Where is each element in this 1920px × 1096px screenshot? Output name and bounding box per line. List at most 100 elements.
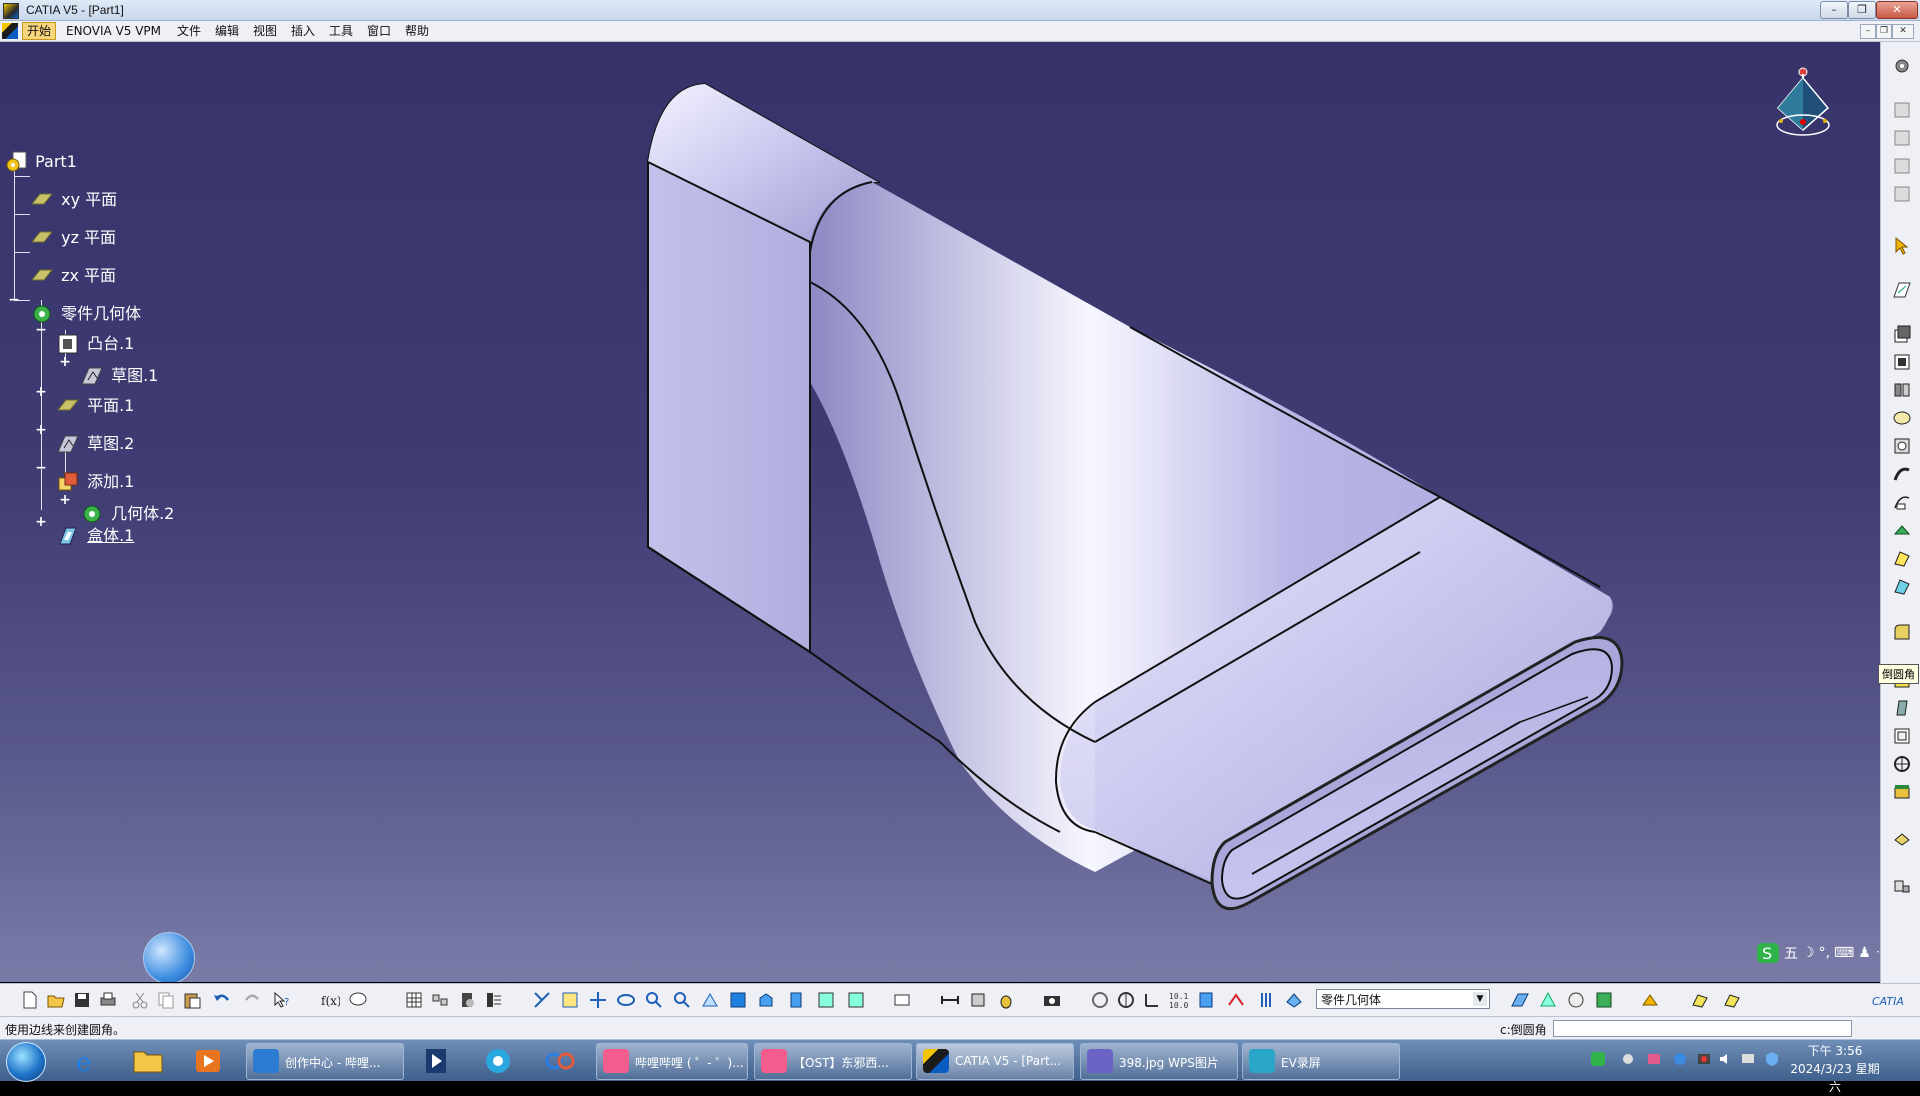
command-input[interactable] — [1553, 1020, 1852, 1037]
tree-node-xy-plane[interactable]: xy 平面 — [30, 188, 117, 212]
menu-file[interactable]: 文件 — [173, 23, 205, 39]
tree-node-zx-plane[interactable]: zx 平面 — [30, 264, 116, 288]
remove-loft-icon[interactable] — [1892, 576, 1912, 596]
display-tray-icon[interactable] — [1740, 1051, 1756, 1067]
measure-icon[interactable] — [1892, 876, 1912, 896]
system-clock[interactable]: 下午 3:56 2024/3/23 星期六 — [1790, 1042, 1880, 1096]
expand-shell1-expander[interactable]: + — [35, 515, 47, 529]
decimal-icon[interactable]: 10.110.0 — [1168, 990, 1188, 1010]
zoom-in-icon[interactable] — [616, 990, 636, 1010]
folder-icon[interactable] — [124, 1044, 172, 1078]
browser-icon[interactable] — [474, 1044, 522, 1078]
expand-sketch1-expander[interactable]: + — [59, 355, 71, 369]
ime-keyboard-icon[interactable]: ⌨ — [1834, 945, 1854, 961]
tree-node-plane1[interactable]: 平面.1 — [56, 394, 134, 418]
plane-icon[interactable] — [1196, 990, 1216, 1010]
pocket-icon[interactable] — [1892, 352, 1912, 372]
3d-viewport[interactable]: Part1 xy 平面 yz 平面 zx 平面 − 零件几何体 − 凸台.1 +… — [0, 42, 1880, 982]
task-catia[interactable]: CATIA V5 - [Part... — [916, 1043, 1074, 1080]
groove-icon[interactable] — [1892, 408, 1912, 428]
task-wps-photo[interactable]: 398.jpg WPS图片 — [1080, 1043, 1238, 1080]
close-button[interactable]: ✕ — [1876, 1, 1918, 19]
catia-menu-logo-icon[interactable] — [2, 23, 18, 39]
media-player-icon[interactable] — [184, 1044, 232, 1078]
tree-node-body2[interactable]: 几何体.2 — [80, 502, 174, 526]
constraint-icon[interactable] — [1594, 990, 1614, 1010]
tools-icon[interactable] — [1566, 990, 1586, 1010]
tree-node-add1[interactable]: 添加.1 — [56, 470, 134, 494]
video-editor-icon[interactable] — [412, 1044, 460, 1078]
collapse-body-expander[interactable]: − — [8, 293, 20, 307]
new-icon[interactable] — [20, 990, 40, 1010]
formula-icon[interactable]: f(x) — [320, 990, 340, 1010]
sketch-view-icon[interactable] — [1892, 100, 1912, 120]
ime-user-icon[interactable]: ♟ — [1858, 945, 1871, 961]
measure-item-icon[interactable] — [968, 990, 988, 1010]
sketch-view-icon[interactable] — [1892, 184, 1912, 204]
normal-view-icon[interactable] — [672, 990, 692, 1010]
minimize-button[interactable]: – — [1820, 1, 1848, 19]
collapse-pad-expander[interactable]: − — [35, 323, 47, 337]
record-tray-icon[interactable] — [1696, 1051, 1712, 1067]
ime-punctuation-icon[interactable]: °, — [1819, 945, 1830, 961]
task-bilibili-1[interactable]: 哔哩哔哩 ( ゜- ゜)... — [596, 1043, 748, 1080]
app-tray-icon[interactable] — [1646, 1051, 1662, 1067]
body-icon[interactable] — [1284, 990, 1304, 1010]
tools-icon[interactable] — [1690, 990, 1710, 1010]
measure-between-icon[interactable] — [940, 990, 960, 1010]
comment-icon[interactable] — [348, 990, 368, 1010]
ime-mode-label[interactable]: 五 — [1784, 943, 1798, 963]
tree-node-sketch1[interactable]: 草图.1 — [80, 364, 158, 388]
expand-sketch2-expander[interactable]: + — [35, 423, 47, 437]
tree-node-pad1[interactable]: 凸台.1 — [56, 332, 134, 356]
gear-settings-icon[interactable] — [1892, 56, 1912, 76]
3d-compass-icon[interactable] — [1116, 990, 1136, 1010]
scan-icon[interactable] — [1256, 990, 1276, 1010]
task-ev-recorder[interactable]: EV录屏 — [1242, 1043, 1400, 1080]
cut-icon[interactable] — [130, 990, 150, 1010]
shaft-icon[interactable] — [1892, 380, 1912, 400]
select-arrow-icon[interactable] — [1892, 236, 1912, 256]
sketch-icon[interactable] — [1510, 990, 1530, 1010]
restore-button[interactable]: ❐ — [1848, 1, 1876, 19]
part-3d-model[interactable] — [0, 42, 1880, 982]
catalog-icon[interactable] — [458, 990, 478, 1010]
undo-icon[interactable] — [212, 990, 232, 1010]
paste-icon[interactable] — [182, 990, 202, 1010]
volume-icon[interactable] — [1718, 1051, 1734, 1067]
sketch-view-icon[interactable] — [1892, 128, 1912, 148]
ie-icon[interactable]: e — [64, 1044, 112, 1078]
mdi-minimize-button[interactable]: – — [1860, 24, 1876, 39]
print-icon[interactable] — [98, 990, 118, 1010]
baidu-netdisk-icon[interactable] — [536, 1044, 584, 1078]
sogou-tray-icon[interactable] — [1590, 1051, 1606, 1067]
print-preview-icon[interactable] — [892, 990, 912, 1010]
globe-navigation-icon[interactable] — [143, 932, 195, 982]
redo-icon[interactable] — [242, 990, 262, 1010]
pad-icon[interactable] — [1892, 324, 1912, 344]
shield-icon[interactable] — [1764, 1051, 1780, 1067]
design-table-icon[interactable] — [430, 990, 450, 1010]
tools-icon[interactable] — [1640, 990, 1660, 1010]
axis-icon[interactable] — [1142, 990, 1162, 1010]
tree-root-part1[interactable]: Part1 — [4, 150, 77, 174]
rib-icon[interactable] — [1892, 464, 1912, 484]
collapse-add1-expander[interactable]: − — [35, 461, 47, 475]
pan-icon[interactable] — [560, 990, 580, 1010]
sogou-s-icon[interactable]: S — [1756, 942, 1780, 964]
hole-icon[interactable] — [1892, 436, 1912, 456]
task-bilibili-2[interactable]: 【OST】东邪西... — [754, 1043, 912, 1080]
capture-icon[interactable] — [846, 990, 866, 1010]
chevron-down-icon[interactable]: ▼ — [1473, 992, 1487, 1006]
settings-tray-icon[interactable] — [1620, 1051, 1636, 1067]
draft-icon[interactable] — [1892, 698, 1912, 718]
analysis-icon[interactable] — [484, 990, 504, 1010]
hide-show-icon[interactable] — [786, 990, 806, 1010]
menu-insert[interactable]: 插入 — [287, 23, 319, 39]
rotate-icon[interactable] — [588, 990, 608, 1010]
catia-app-icon[interactable] — [3, 3, 19, 19]
slot-icon[interactable] — [1892, 492, 1912, 512]
task-creator-center[interactable]: 创作中心 - 哔哩... — [246, 1043, 404, 1080]
shell-icon[interactable] — [1892, 726, 1912, 746]
constraint-icon[interactable] — [1538, 990, 1558, 1010]
